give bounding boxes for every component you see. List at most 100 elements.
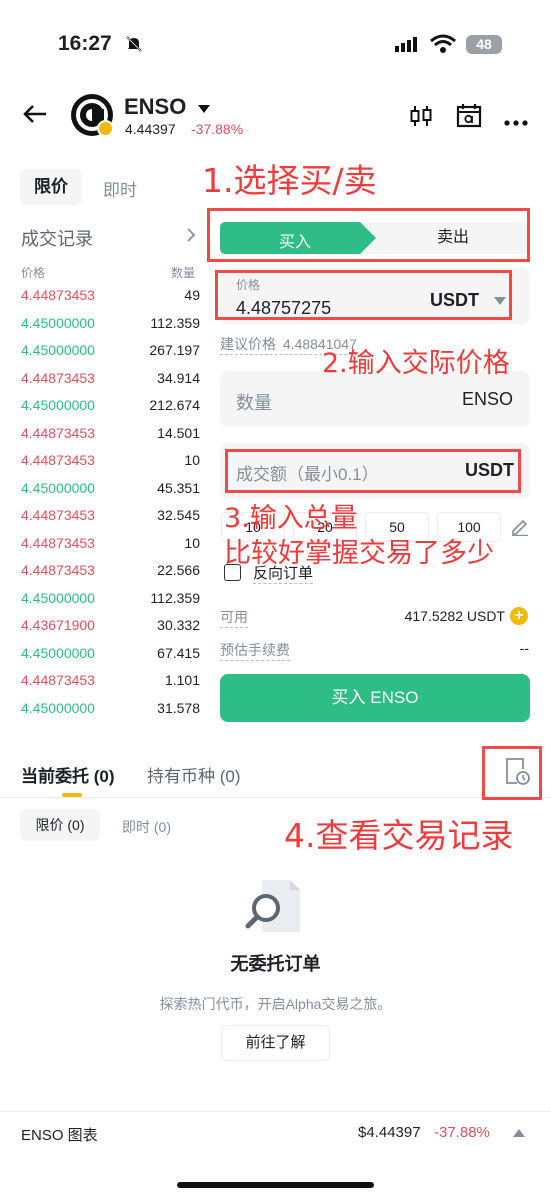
candlestick-chart-icon[interactable] bbox=[409, 104, 433, 133]
annotation-box-price bbox=[215, 270, 512, 320]
trade-row: 4.45000000 31.578 bbox=[0, 700, 200, 727]
trade-qty: 10 bbox=[184, 534, 200, 551]
available-label: 可用 bbox=[220, 607, 248, 628]
tab-limit-label: 限价 bbox=[34, 177, 68, 196]
learn-more-label: 前往了解 bbox=[245, 1034, 306, 1051]
trade-row: 4.45000000 67.415 bbox=[0, 645, 200, 672]
trade-price: 4.44873453 bbox=[21, 424, 95, 441]
trade-price: 4.44873453 bbox=[21, 452, 95, 468]
trade-qty: 30.332 bbox=[157, 617, 200, 633]
subtab-instant-label: 即时 (0) bbox=[122, 819, 171, 835]
trade-qty: 112.359 bbox=[150, 314, 200, 331]
tab-current-orders-label: 当前委托 (0) bbox=[21, 767, 115, 786]
subtab-instant[interactable]: 即时 (0) bbox=[122, 817, 171, 837]
trade-price: 4.45000000 bbox=[21, 314, 95, 331]
annotation-box-amount bbox=[225, 449, 521, 493]
trade-price: 4.44873453 bbox=[21, 369, 95, 386]
trade-row: 4.43671900 30.332 bbox=[0, 617, 200, 644]
trade-row: 4.45000000 267.197 bbox=[0, 342, 200, 369]
col-price-header: 价格 bbox=[21, 266, 46, 280]
trade-qty: 31.578 bbox=[157, 699, 200, 716]
footer-change: -37.88% bbox=[434, 1124, 490, 1141]
trade-row: 4.44873453 34.914 bbox=[0, 370, 200, 397]
trade-row: 4.45000000 112.359 bbox=[0, 590, 200, 617]
empty-title: 无委托订单 bbox=[230, 954, 321, 974]
subtab-limit[interactable]: 限价 (0) bbox=[20, 809, 100, 841]
trade-price: 4.45000000 bbox=[21, 589, 95, 606]
available-value: 417.5282 USDT bbox=[404, 608, 505, 624]
more-options-icon[interactable] bbox=[504, 113, 528, 131]
trade-qty: 49 bbox=[184, 287, 200, 303]
trade-price: 4.44873453 bbox=[21, 287, 95, 303]
annotation-step-2: 2.输入交际价格 bbox=[322, 348, 510, 379]
trade-price: 4.44873453 bbox=[21, 507, 95, 523]
trade-row: 4.44873453 49 bbox=[0, 287, 200, 314]
calendar-alpha-icon[interactable] bbox=[456, 102, 482, 133]
submit-buy-label: 买入 ENSO bbox=[331, 688, 419, 707]
battery-icon: 48 bbox=[466, 35, 502, 54]
header-price: 4.44397 bbox=[125, 121, 176, 137]
submit-buy-button[interactable]: 买入 ENSO bbox=[220, 674, 530, 722]
trade-price: 4.45000000 bbox=[21, 644, 95, 661]
tab-current-orders[interactable]: 当前委托 (0) bbox=[21, 762, 115, 787]
subtab-limit-label: 限价 (0) bbox=[35, 817, 85, 833]
trade-price: 4.45000000 bbox=[21, 699, 95, 716]
trade-price: 4.44873453 bbox=[21, 672, 95, 688]
trade-price: 4.44873453 bbox=[21, 562, 95, 578]
wifi-icon bbox=[430, 34, 456, 59]
chain-badge-icon bbox=[97, 120, 114, 137]
annotation-step-3-line1: 3.输入总量 bbox=[224, 503, 358, 534]
trade-qty: 1.101 bbox=[164, 672, 200, 688]
tab-instant-label: 即时 bbox=[103, 181, 137, 200]
tab-holdings[interactable]: 持有币种 (0) bbox=[147, 762, 241, 787]
chart-bar[interactable]: ENSO 图表 $4.44397 -37.88% bbox=[0, 1112, 551, 1152]
back-arrow-icon[interactable] bbox=[22, 103, 48, 130]
trade-qty: 34.914 bbox=[157, 369, 200, 386]
quantity-unit: ENSO bbox=[461, 389, 513, 409]
annotation-step-4: 4.查看交易记录 bbox=[284, 816, 514, 855]
annotation-box-history bbox=[482, 746, 542, 800]
trade-qty: 14.501 bbox=[157, 424, 200, 441]
trade-row: 4.44873453 10 bbox=[0, 535, 200, 562]
trade-qty: 267.197 bbox=[149, 342, 200, 358]
status-time: 16:27 bbox=[58, 32, 112, 55]
trade-price: 4.45000000 bbox=[21, 342, 95, 358]
annotation-step-3-line2: 比较好掌握交易了多少 bbox=[224, 538, 494, 569]
suggested-label: 建议价格 bbox=[220, 336, 276, 352]
token-logo bbox=[70, 93, 114, 137]
trade-qty: 32.545 bbox=[157, 507, 200, 523]
footer-price: $4.44397 bbox=[358, 1124, 421, 1141]
learn-more-button[interactable]: 前往了解 bbox=[221, 1025, 330, 1061]
chevron-right-icon[interactable] bbox=[186, 227, 196, 248]
fee-label: 预估手续费 bbox=[220, 640, 290, 661]
trade-row: 4.44873453 10 bbox=[0, 452, 200, 479]
tab-limit[interactable]: 限价 bbox=[20, 169, 82, 205]
chart-label: ENSO 图表 bbox=[21, 1127, 98, 1144]
add-funds-icon[interactable]: + bbox=[510, 607, 528, 625]
trade-qty: 67.415 bbox=[157, 644, 200, 661]
tabs-divider bbox=[0, 797, 551, 798]
tab-holdings-label: 持有币种 (0) bbox=[147, 767, 241, 786]
token-symbol[interactable]: ENSO bbox=[124, 94, 186, 120]
mute-bell-icon bbox=[124, 34, 144, 59]
trade-row: 4.44873453 1.101 bbox=[0, 672, 200, 699]
quantity-placeholder: 数量 bbox=[236, 393, 272, 413]
trade-price: 4.44873453 bbox=[21, 534, 95, 551]
trade-price: 4.45000000 bbox=[21, 397, 95, 413]
trade-price: 4.43671900 bbox=[21, 617, 95, 633]
trade-row: 4.45000000 212.674 bbox=[0, 397, 200, 424]
cellular-signal-icon bbox=[395, 36, 419, 57]
trade-qty: 112.359 bbox=[150, 589, 200, 606]
trade-row: 4.44873453 14.501 bbox=[0, 425, 200, 452]
fee-value: -- bbox=[519, 640, 529, 656]
trades-title[interactable]: 成交记录 bbox=[21, 225, 93, 251]
chevron-up-icon[interactable] bbox=[513, 1129, 525, 1137]
empty-search-doc-icon bbox=[244, 878, 304, 941]
edit-pencil-icon[interactable] bbox=[510, 516, 530, 541]
trade-price: 4.45000000 bbox=[21, 479, 95, 496]
tab-instant[interactable]: 即时 bbox=[103, 176, 137, 201]
empty-description: 探索热门代币，开启Alpha交易之旅。 bbox=[159, 996, 392, 1012]
annotation-box-buy-sell bbox=[207, 208, 530, 262]
caret-down-icon[interactable] bbox=[197, 101, 211, 119]
trade-row: 4.44873453 22.566 bbox=[0, 562, 200, 589]
